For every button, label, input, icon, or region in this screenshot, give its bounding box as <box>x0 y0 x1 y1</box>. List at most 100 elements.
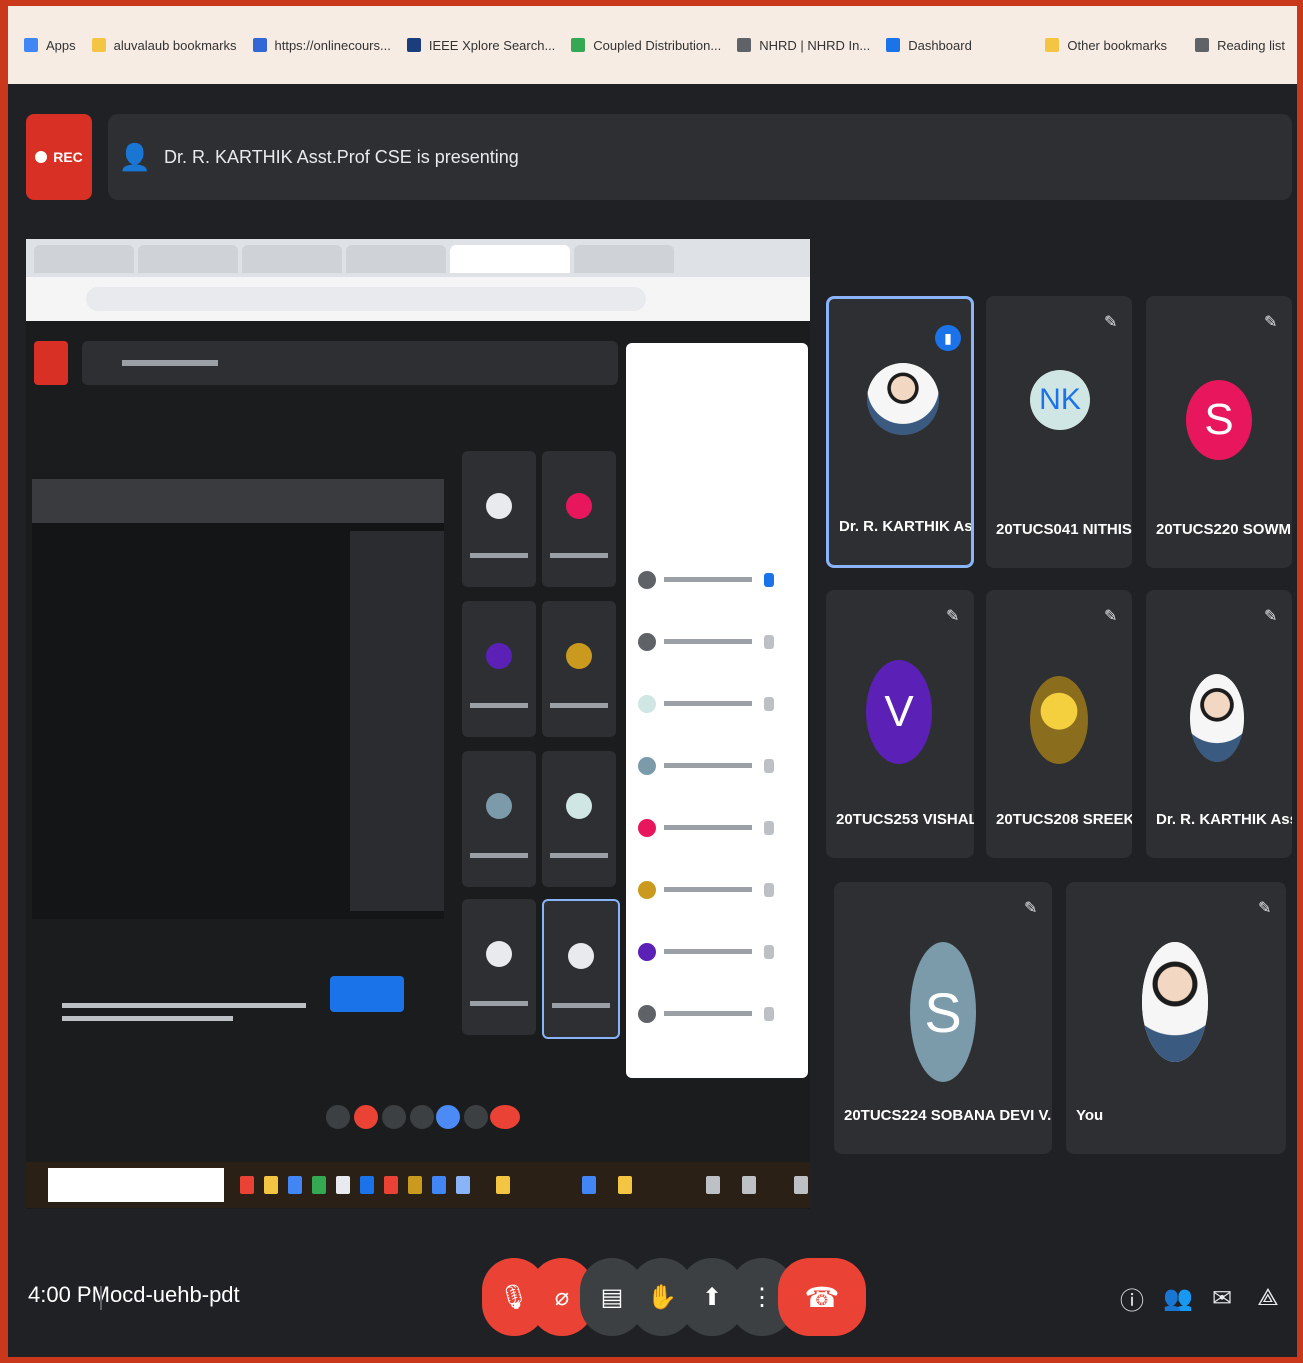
activities-button[interactable]: ⟁ <box>1254 1282 1282 1314</box>
captions-icon: ▤ <box>600 1283 624 1311</box>
reading-list-icon <box>1195 38 1210 52</box>
bookmark-ieee[interactable]: IEEE Xplore Search... <box>406 37 556 53</box>
folder-icon <box>1045 38 1060 52</box>
shared-tile <box>462 451 536 587</box>
info-button[interactable]: ⓘ <box>1118 1282 1146 1315</box>
bookmark-label: IEEE Xplore Search... <box>428 37 556 53</box>
bookmark-label: Dashboard <box>908 37 972 53</box>
divider <box>100 1286 102 1310</box>
raise-hand-icon: ✋ <box>647 1283 677 1311</box>
shared-nested-screen <box>32 479 444 919</box>
shared-tile <box>542 451 616 587</box>
meeting-code: ocd-uehb-pdt <box>110 1282 240 1307</box>
end-call-button[interactable]: ☎ <box>778 1258 866 1336</box>
bookmark-dashboard[interactable]: Dashboard <box>886 38 972 53</box>
apps-icon <box>24 38 38 52</box>
bookmark-folder[interactable]: aluvalaub bookmarks <box>91 37 237 53</box>
shared-browser-tabs <box>26 239 810 277</box>
avatar <box>1190 674 1244 762</box>
mic-off-icon: ✎ <box>1264 608 1278 625</box>
bookmarks-bar: Apps aluvalaub bookmarks https://onlinec… <box>8 6 1297 84</box>
bookmark-apps[interactable]: Apps <box>24 38 76 53</box>
mic-off-icon: ✎ <box>1024 900 1038 917</box>
mic-off-icon: 🎙 <box>498 1283 530 1311</box>
present-icon: ⬆ <box>701 1283 723 1311</box>
site-icon <box>737 38 752 52</box>
shared-screen[interactable] <box>26 239 810 1209</box>
more-options-icon: ⋮ <box>750 1283 774 1311</box>
shared-tile <box>462 601 536 737</box>
mic-off-icon: ✎ <box>1104 608 1118 625</box>
person-icon: 👤 <box>118 141 152 172</box>
shared-tile <box>542 751 616 887</box>
bookmark-label: Apps <box>46 37 76 53</box>
app-window: Apps aluvalaub bookmarks https://onlinec… <box>8 6 1297 1357</box>
shared-ctl <box>436 1105 460 1129</box>
meeting-time: 4:00 PM <box>28 1282 110 1307</box>
site-icon <box>406 38 421 52</box>
shared-caption <box>62 1003 306 1029</box>
participant-tile[interactable]: ✎ 20TUCS208 SREEK... <box>986 590 1132 858</box>
avatar <box>867 363 939 435</box>
bookmark-label: Coupled Distribution... <box>593 37 722 53</box>
shared-ctl <box>382 1105 406 1129</box>
camera-off-icon: ⌀ <box>554 1283 570 1311</box>
mic-off-icon: ✎ <box>1264 314 1278 331</box>
bookmark-reading-list[interactable]: Reading list <box>1195 38 1285 53</box>
avatar: S <box>1186 380 1252 460</box>
participant-name: 20TUCS041 NITHIS... <box>996 521 1132 538</box>
recording-indicator[interactable]: REC <box>26 114 92 200</box>
speaking-icon: ▮ <box>935 325 961 351</box>
site-icon <box>886 38 901 52</box>
bookmark-label: Reading list <box>1217 37 1285 53</box>
participant-tile[interactable]: V ✎ 20TUCS253 VISHAL... <box>826 590 974 858</box>
avatar: NK <box>1030 370 1090 430</box>
shared-url-bar <box>26 277 810 321</box>
avatar <box>1142 942 1208 1062</box>
participant-tile[interactable]: ✎ You <box>1066 882 1286 1154</box>
people-icon: 👥 <box>1163 1284 1193 1312</box>
bookmark-coupled[interactable]: Coupled Distribution... <box>571 38 721 53</box>
presenting-banner: 👤 Dr. R. KARTHIK Asst.Prof CSE is presen… <box>108 114 1292 200</box>
shared-blue-button <box>330 976 404 1012</box>
bookmark-label: https://onlinecours... <box>274 37 391 53</box>
bookmark-nhrd[interactable]: NHRD | NHRD In... <box>737 38 870 53</box>
shared-taskbar <box>26 1162 810 1208</box>
participant-tile[interactable]: ▮ Dr. R. KARTHIK Asst... <box>826 296 974 568</box>
mic-off-icon: ✎ <box>1258 900 1272 917</box>
bookmark-label: Other bookmarks <box>1067 37 1168 53</box>
shared-tile <box>542 899 620 1039</box>
folder-icon <box>91 38 106 52</box>
avatar: V <box>866 660 932 764</box>
chat-button[interactable]: ✉ <box>1208 1282 1236 1314</box>
shared-rec-indicator <box>34 341 68 385</box>
participant-name: 20TUCS224 SOBANA DEVI V. <box>844 1107 1052 1124</box>
shared-ctl <box>490 1105 520 1129</box>
record-dot-icon <box>35 151 48 163</box>
participant-tile[interactable]: ✎ Dr. R. KARTHIK Asst... <box>1146 590 1292 858</box>
participant-name: Dr. R. KARTHIK Asst... <box>1156 811 1292 828</box>
mic-off-icon: ✎ <box>1104 314 1118 331</box>
info-icon: ⓘ <box>1120 1287 1144 1315</box>
bookmark-other[interactable]: Other bookmarks <box>1045 38 1167 53</box>
shared-ctl <box>326 1105 350 1129</box>
participant-tile[interactable]: NK ✎ 20TUCS041 NITHIS... <box>986 296 1132 568</box>
site-icon <box>252 38 267 52</box>
shared-ctl <box>354 1105 378 1129</box>
shared-tile <box>462 751 536 887</box>
activities-icon: ⟁ <box>1257 1284 1279 1311</box>
shared-ctl <box>464 1105 488 1129</box>
bookmark-onlinecourses[interactable]: https://onlinecours... <box>252 37 391 53</box>
participant-name: Dr. R. KARTHIK Asst... <box>839 518 973 535</box>
participant-name: 20TUCS208 SREEK... <box>996 811 1132 828</box>
rec-label: REC <box>53 149 83 165</box>
shared-tile <box>542 601 616 737</box>
presenting-text: Dr. R. KARTHIK Asst.Prof CSE is presenti… <box>164 146 519 167</box>
people-button[interactable]: 👥 <box>1163 1282 1193 1314</box>
bookmark-label: aluvalaub bookmarks <box>113 37 237 53</box>
participant-tile[interactable]: S ✎ 20TUCS224 SOBANA DEVI V. <box>834 882 1052 1154</box>
bookmark-label: NHRD | NHRD In... <box>759 37 871 53</box>
participant-tile[interactable]: S ✎ 20TUCS220 SOWM... <box>1146 296 1292 568</box>
avatar <box>1030 676 1088 764</box>
chat-icon: ✉ <box>1211 1284 1233 1312</box>
